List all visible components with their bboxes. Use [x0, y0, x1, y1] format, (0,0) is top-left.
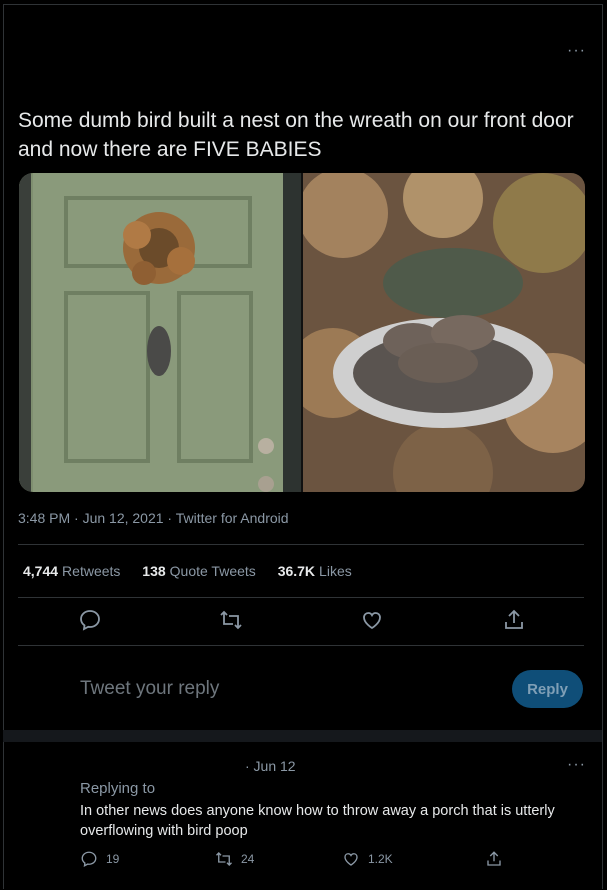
reply-count: 19: [106, 852, 120, 866]
replying-to-label: Replying to: [80, 780, 156, 797]
reply-actions: 19 24 1.2K: [80, 850, 520, 872]
reply-share-action[interactable]: [485, 850, 503, 868]
reply-icon[interactable]: [78, 608, 102, 632]
reply-compose-input[interactable]: Tweet your reply: [80, 678, 219, 700]
retweet-icon: [216, 852, 232, 866]
reply-retweet-action[interactable]: 24: [215, 850, 254, 868]
like-icon[interactable]: [360, 608, 384, 632]
reply-like-action[interactable]: 1.2K: [342, 850, 393, 868]
tweet-actions: [18, 608, 584, 636]
retweets-stat[interactable]: 4,744 Retweets: [23, 563, 120, 579]
like-icon: [344, 853, 358, 866]
share-icon: [487, 851, 501, 866]
tweet-media[interactable]: [19, 173, 585, 492]
more-options-icon[interactable]: ···: [567, 42, 586, 60]
reply-reply-action[interactable]: 19: [80, 850, 119, 868]
share-icon[interactable]: [502, 608, 526, 632]
nest-photo[interactable]: [303, 173, 585, 492]
reply-date[interactable]: · Jun 12: [245, 758, 296, 774]
tweet-stats: 4,744 Retweets 138 Quote Tweets 36.7K Likes: [23, 563, 370, 579]
reply-text: In other news does anyone know how to th…: [80, 803, 555, 839]
door-photo[interactable]: [19, 173, 301, 492]
retweet-icon[interactable]: [219, 608, 243, 632]
tweet-timestamp[interactable]: 3:48 PM · Jun 12, 2021 · Twitter for And…: [18, 510, 289, 526]
reply-more-options-icon[interactable]: ···: [567, 756, 586, 774]
retweet-count: 24: [241, 852, 255, 866]
divider: [18, 544, 584, 545]
divider: [18, 645, 584, 646]
like-count: 1.2K: [368, 852, 393, 866]
quote-tweets-stat[interactable]: 138 Quote Tweets: [142, 563, 256, 579]
reply-button[interactable]: Reply: [512, 670, 583, 708]
reply-icon: [81, 851, 97, 867]
tweet-text: Some dumb bird built a nest on the wreat…: [18, 109, 574, 161]
section-separator: [3, 730, 602, 742]
likes-stat[interactable]: 36.7K Likes: [278, 563, 352, 579]
divider: [18, 597, 584, 598]
